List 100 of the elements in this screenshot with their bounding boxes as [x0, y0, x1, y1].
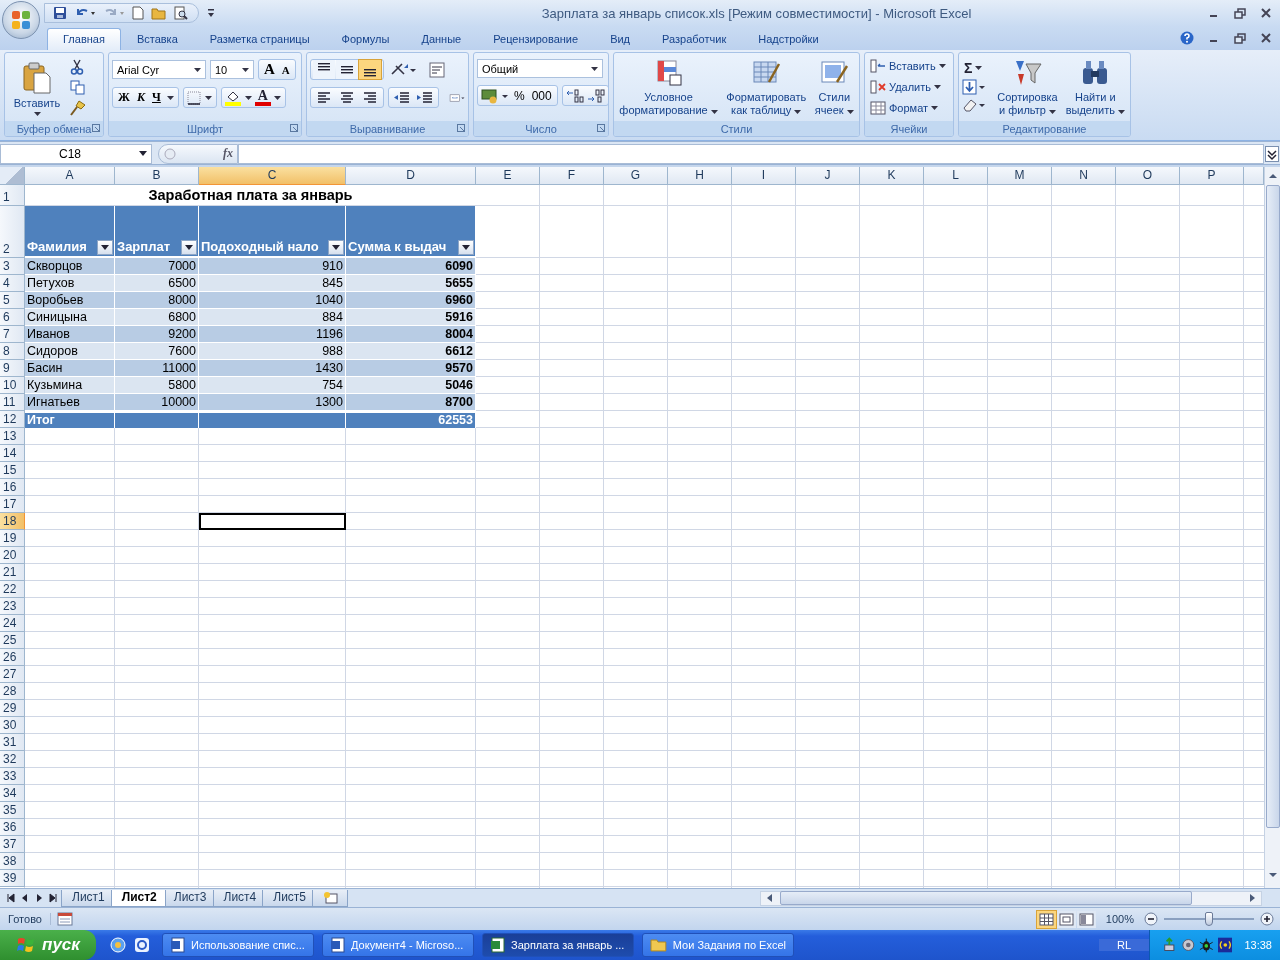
column-header[interactable]: M — [988, 167, 1052, 185]
restore-icon[interactable] — [1234, 32, 1246, 44]
caret-icon[interactable] — [204, 95, 212, 100]
column-header[interactable]: O — [1116, 167, 1180, 185]
row-header[interactable]: 15 — [0, 462, 25, 479]
row-header[interactable]: 29 — [0, 700, 25, 717]
row-header[interactable]: 8 — [0, 343, 25, 360]
styles-button[interactable]: Условное форматирование — [617, 56, 720, 119]
row-header[interactable]: 11 — [0, 394, 25, 411]
font-size-field[interactable]: 10 — [210, 60, 254, 79]
row-header[interactable]: 36 — [0, 819, 25, 836]
row-header[interactable]: 4 — [0, 275, 25, 292]
brush-icon[interactable] — [70, 100, 86, 116]
column-header[interactable]: D — [346, 167, 476, 185]
row-header[interactable]: 17 — [0, 496, 25, 513]
row-header[interactable]: 2 — [0, 206, 25, 258]
scroll-thumb[interactable] — [780, 891, 1192, 905]
ribbon-tab[interactable]: Данные — [405, 28, 478, 50]
row-header[interactable]: 31 — [0, 734, 25, 751]
ribbon-tab[interactable]: Вид — [594, 28, 647, 50]
active-cell[interactable] — [199, 513, 346, 530]
row-header[interactable]: 35 — [0, 802, 25, 819]
save-icon[interactable] — [53, 6, 67, 20]
restore-icon[interactable] — [1234, 7, 1246, 19]
taskbar-button[interactable]: Зарплата за январь ... — [482, 933, 634, 957]
row-header[interactable]: 5 — [0, 292, 25, 309]
row-header[interactable]: 24 — [0, 615, 25, 632]
name-box[interactable]: C18 — [0, 143, 152, 164]
macro-recording-icon[interactable] — [56, 912, 73, 926]
ribbon-tab[interactable]: Главная — [47, 28, 121, 50]
ribbon-tab[interactable]: Разработчик — [646, 28, 743, 50]
scroll-thumb[interactable] — [1265, 185, 1280, 828]
last-sheet-icon[interactable] — [48, 893, 58, 903]
editing-button[interactable]: Сортировка и фильтр — [995, 56, 1060, 119]
copy-icon[interactable] — [70, 80, 85, 95]
row-header[interactable]: 3 — [0, 258, 25, 275]
number-format-field[interactable]: Общий — [477, 59, 603, 78]
taskbar-button[interactable]: Использование спис... — [162, 933, 314, 957]
fill-down-icon[interactable] — [962, 79, 986, 95]
column-header[interactable]: A — [25, 167, 115, 185]
increase-decimal-icon[interactable] — [564, 86, 585, 105]
decrease-decimal-icon[interactable] — [585, 86, 606, 105]
column-header[interactable]: P — [1180, 167, 1244, 185]
thousands-separator-button[interactable]: 000 — [528, 86, 555, 105]
underline-button[interactable]: Ч — [149, 88, 164, 107]
column-header[interactable]: G — [604, 167, 668, 185]
ribbon-tab[interactable]: Формулы — [325, 28, 406, 50]
row-header[interactable]: 26 — [0, 649, 25, 666]
row-header[interactable]: 20 — [0, 547, 25, 564]
row-header[interactable]: 32 — [0, 751, 25, 768]
first-sheet-icon[interactable] — [6, 893, 16, 903]
middle-align-icon[interactable] — [336, 60, 358, 79]
column-header[interactable]: H — [668, 167, 732, 185]
column-header[interactable]: F — [540, 167, 604, 185]
column-header[interactable]: K — [860, 167, 924, 185]
cells-button[interactable]: Удалить — [868, 77, 943, 96]
row-header[interactable]: 12 — [0, 411, 25, 428]
zoom-slider-thumb[interactable] — [1205, 912, 1213, 926]
zoom-out-icon[interactable] — [1144, 912, 1158, 926]
caret-icon[interactable] — [273, 95, 281, 100]
currency-icon[interactable] — [480, 86, 510, 105]
sheet-tab[interactable]: Лист1 — [61, 889, 114, 907]
percent-button[interactable]: % — [511, 86, 528, 105]
print-preview-icon[interactable] — [174, 6, 188, 20]
row-header[interactable]: 6 — [0, 309, 25, 326]
shrink-font-button[interactable]: A — [278, 60, 293, 79]
zoom-in-icon[interactable] — [1260, 912, 1274, 926]
insert-function-button[interactable]: fx — [223, 146, 233, 161]
language-indicator[interactable]: RL — [1098, 939, 1149, 951]
speaker-icon[interactable] — [1180, 937, 1196, 953]
caret-icon[interactable] — [244, 95, 252, 100]
row-header[interactable]: 9 — [0, 360, 25, 377]
dialog-launcher-icon[interactable] — [457, 124, 465, 132]
row-header[interactable]: 10 — [0, 377, 25, 394]
column-header[interactable]: B — [115, 167, 199, 185]
previous-sheet-icon[interactable] — [20, 893, 30, 903]
next-sheet-icon[interactable] — [34, 893, 44, 903]
help-icon[interactable] — [1180, 31, 1194, 45]
handle-icon[interactable] — [163, 146, 177, 161]
formula-input[interactable] — [238, 143, 1264, 164]
new-document-icon[interactable] — [132, 6, 144, 20]
vertical-scrollbar[interactable] — [1264, 167, 1280, 888]
column-header[interactable]: N — [1052, 167, 1116, 185]
row-header[interactable]: 16 — [0, 479, 25, 496]
grow-font-button[interactable]: A — [261, 60, 278, 79]
row-header[interactable]: 39 — [0, 870, 25, 887]
globe-icon[interactable] — [110, 937, 126, 953]
normal-view-icon[interactable] — [1036, 910, 1056, 928]
styles-button[interactable]: Стили ячеек — [812, 56, 856, 119]
network-icon[interactable] — [1162, 937, 1177, 953]
folder-icon[interactable] — [151, 6, 167, 20]
dialog-launcher-icon[interactable] — [290, 124, 298, 132]
bottom-align-icon[interactable] — [359, 60, 381, 79]
sheet-tab[interactable]: Лист2 — [110, 889, 166, 907]
ribbon-tab[interactable]: Рецензирование — [477, 28, 595, 50]
taskbar-button[interactable]: Мои Задания по Excel — [642, 933, 794, 957]
media-icon[interactable] — [134, 937, 150, 953]
row-header[interactable]: 13 — [0, 428, 25, 445]
close-icon[interactable] — [1260, 7, 1272, 19]
row-header[interactable]: 33 — [0, 768, 25, 785]
